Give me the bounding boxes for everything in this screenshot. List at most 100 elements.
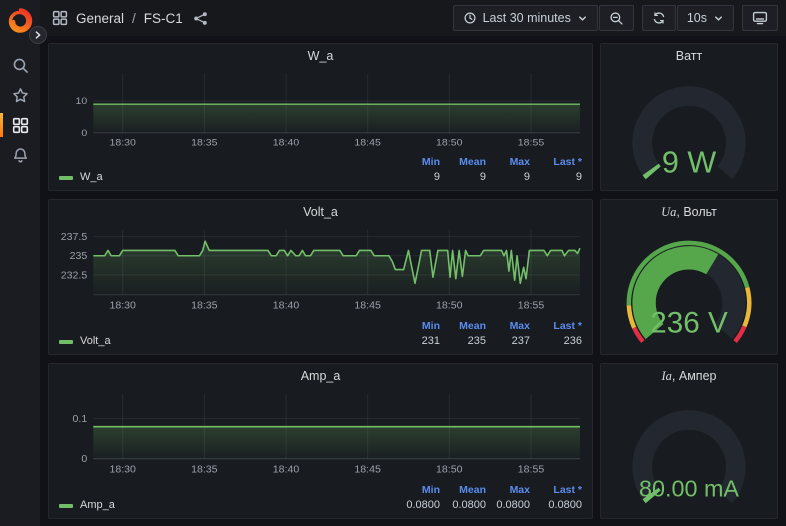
stat-min: 231 xyxy=(421,335,440,347)
svg-text:18:35: 18:35 xyxy=(191,138,218,148)
legend-header: Min Mean Max Last * xyxy=(59,156,582,169)
panel-title-text: , Ампер xyxy=(671,369,717,383)
legend: Min Mean Max Last * W_a 9 9 9 9 xyxy=(49,156,592,190)
panel-w-a: W_a 18:30 18:35 18:40 18:45 18:50 18:55 0 10 Mi… xyxy=(48,43,593,191)
share-dashboard-button[interactable] xyxy=(193,11,208,26)
refresh-dashboard-button[interactable] xyxy=(641,5,676,31)
svg-text:237.5: 237.5 xyxy=(61,232,88,243)
stat-last: 236 xyxy=(563,335,582,347)
legend-col-mean[interactable]: Mean xyxy=(440,484,486,497)
legend-col-min[interactable]: Min xyxy=(398,156,440,169)
svg-text:18:55: 18:55 xyxy=(518,465,545,476)
series-color-swatch xyxy=(59,175,73,180)
panel-watt-gauge: Ватт 9 W xyxy=(600,43,778,191)
stat-mean: 9 xyxy=(479,171,486,183)
svg-text:80.00 mA: 80.00 mA xyxy=(639,475,739,501)
sidebar-expand-button[interactable] xyxy=(29,26,47,44)
svg-text:18:40: 18:40 xyxy=(273,138,300,148)
svg-text:18:30: 18:30 xyxy=(109,138,136,148)
series-color-swatch xyxy=(59,503,73,508)
topbar-controls: Last 30 minutes 10s xyxy=(452,5,778,31)
sidebar-item-search[interactable] xyxy=(0,50,40,80)
series-name[interactable]: W_a xyxy=(80,169,103,186)
sidebar xyxy=(0,0,40,526)
chevron-down-icon xyxy=(713,13,724,24)
legend-series-row: W_a 9 9 9 9 xyxy=(59,169,582,186)
svg-text:18:45: 18:45 xyxy=(354,138,381,148)
svg-text:18:50: 18:50 xyxy=(436,465,463,476)
legend-col-last[interactable]: Last * xyxy=(530,320,582,333)
panel-title-text: W_a xyxy=(307,49,334,63)
bell-icon xyxy=(13,147,27,162)
timeseries-chart-amp-a[interactable]: 18:30 18:35 18:40 18:45 18:50 18:55 0 0.1 xyxy=(49,387,592,484)
panel-title[interactable]: Ia, Ампер xyxy=(601,364,777,387)
svg-text:10: 10 xyxy=(75,97,87,107)
legend-col-max[interactable]: Max xyxy=(486,320,530,333)
legend-col-max[interactable]: Max xyxy=(486,484,530,497)
panel-title[interactable]: W_a xyxy=(49,44,592,67)
legend-col-max[interactable]: Max xyxy=(486,156,530,169)
panel-title-text: , Вольт xyxy=(676,205,717,219)
panel-volt-a: Volt_a 18:30 18:35 18:40 18:45 18:50 18:55 232… xyxy=(48,199,593,355)
gauge-amp: 80.00 mA xyxy=(601,387,777,518)
panel-title[interactable]: Ватт xyxy=(601,44,777,67)
svg-text:18:45: 18:45 xyxy=(354,465,381,476)
clock-icon xyxy=(463,11,477,25)
svg-text:232.5: 232.5 xyxy=(61,270,88,281)
series-name[interactable]: Amp_a xyxy=(80,497,115,514)
series-color-swatch xyxy=(59,339,73,344)
svg-text:0.1: 0.1 xyxy=(73,414,88,425)
legend-col-min[interactable]: Min xyxy=(398,320,440,333)
refresh-interval-picker[interactable]: 10s xyxy=(676,5,734,31)
svg-text:18:30: 18:30 xyxy=(109,301,136,312)
breadcrumb-dashboard[interactable]: FS-C1 xyxy=(144,11,183,26)
series-stats: 0.0800 0.0800 0.0800 0.0800 xyxy=(398,497,582,514)
legend-col-mean[interactable]: Mean xyxy=(440,156,486,169)
svg-text:18:30: 18:30 xyxy=(109,465,136,476)
apps-grid-icon xyxy=(52,10,68,26)
chevron-right-icon xyxy=(35,31,41,39)
stat-max: 9 xyxy=(523,171,530,183)
chevron-down-icon xyxy=(577,13,588,24)
panel-title-italic: Ia xyxy=(661,369,672,383)
legend-col-last[interactable]: Last * xyxy=(530,156,582,169)
timeseries-chart-volt-a[interactable]: 18:30 18:35 18:40 18:45 18:50 18:55 232.5 235 23… xyxy=(49,223,592,320)
legend-col-mean[interactable]: Mean xyxy=(440,320,486,333)
main-area: General / FS-C1 Last 30 minutes 10s W_a … xyxy=(40,0,786,526)
svg-text:235: 235 xyxy=(70,251,88,262)
svg-text:18:35: 18:35 xyxy=(191,301,218,312)
dashboards-grid-icon xyxy=(12,117,28,133)
sidebar-item-starred[interactable] xyxy=(0,80,40,110)
legend-series-row: Amp_a 0.0800 0.0800 0.0800 0.0800 xyxy=(59,497,582,514)
timeseries-chart-w-a[interactable]: 18:30 18:35 18:40 18:45 18:50 18:55 0 10 xyxy=(49,67,592,156)
stat-min: 9 xyxy=(433,171,440,183)
series-stats: 231 235 237 236 xyxy=(398,333,582,350)
svg-text:18:55: 18:55 xyxy=(518,138,545,148)
panel-title-text: Volt_a xyxy=(303,205,338,219)
legend-col-last[interactable]: Last * xyxy=(530,484,582,497)
monitor-icon xyxy=(752,10,768,26)
panel-title[interactable]: Volt_a xyxy=(49,200,592,223)
time-range-picker[interactable]: Last 30 minutes xyxy=(452,5,598,31)
svg-text:18:55: 18:55 xyxy=(518,301,545,312)
zoom-out-time-button[interactable] xyxy=(598,5,634,31)
breadcrumb-folder[interactable]: General xyxy=(76,11,124,26)
cycle-view-mode-button[interactable] xyxy=(742,5,778,31)
series-name[interactable]: Volt_a xyxy=(80,333,111,350)
svg-text:18:45: 18:45 xyxy=(354,301,381,312)
gauge-volt: 236 V xyxy=(601,223,777,354)
panel-title[interactable]: Ua, Вольт xyxy=(601,200,777,223)
legend-col-min[interactable]: Min xyxy=(398,484,440,497)
dashboard-grid: W_a 18:30 18:35 18:40 18:45 18:50 18:55 0 10 Mi… xyxy=(40,36,786,526)
sidebar-item-dashboards[interactable] xyxy=(0,110,40,140)
svg-text:18:50: 18:50 xyxy=(436,301,463,312)
panel-title[interactable]: Amp_a xyxy=(49,364,592,387)
sidebar-item-alerting[interactable] xyxy=(0,140,40,170)
stat-max: 0.0800 xyxy=(496,499,530,511)
grafana-app: General / FS-C1 Last 30 minutes 10s W_a … xyxy=(0,0,786,526)
stat-last: 0.0800 xyxy=(548,499,582,511)
svg-text:18:40: 18:40 xyxy=(273,465,300,476)
series-stats: 9 9 9 9 xyxy=(398,169,582,186)
panel-title-italic: Ua xyxy=(661,205,677,219)
search-icon xyxy=(13,58,28,73)
